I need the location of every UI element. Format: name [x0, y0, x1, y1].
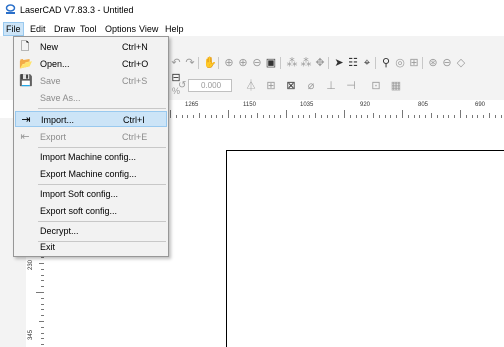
menu-tool[interactable]: Tool	[78, 23, 99, 35]
ruler-label: 1150	[243, 102, 256, 108]
order-icon[interactable]: ⊣	[345, 80, 357, 92]
ruler-label: 805	[418, 102, 429, 108]
ruler-tick	[36, 292, 44, 293]
menu-import-machine-config[interactable]: Import Machine config...	[14, 149, 168, 165]
node-edit-icon[interactable]: ⁂	[286, 57, 298, 69]
cut-line-icon[interactable]: ⊞	[408, 57, 420, 69]
lasercad-logo-icon	[5, 4, 16, 14]
grid-icon[interactable]: ▦	[390, 80, 402, 92]
menu-import[interactable]: ⇥ Import... Ctrl+I	[15, 111, 167, 127]
weld-icon[interactable]: ⌀	[305, 80, 317, 92]
zoom-out-icon[interactable]: ⊖	[251, 57, 263, 69]
zoom-page-icon[interactable]: ▣	[265, 57, 277, 69]
break-icon[interactable]: ✥	[314, 57, 326, 69]
new-file-icon: 🗋	[20, 41, 30, 53]
file-menu-dropdown: 🗋 New Ctrl+N 📂 Open... Ctrl+O 💾 Save Ctr…	[13, 36, 169, 257]
open-folder-icon: 📂	[19, 58, 33, 70]
toolbar-divider	[198, 57, 199, 69]
import-icon: ⇥	[21, 114, 31, 126]
zoom-in-icon[interactable]: ⊕	[237, 57, 249, 69]
menu-edit[interactable]: Edit	[28, 23, 48, 35]
menu-separator	[38, 184, 166, 185]
window-title: LaserCAD V7.83.3 - Untitled	[20, 5, 134, 15]
toolbar-divider	[328, 57, 329, 69]
preview-icon[interactable]: ◇	[455, 57, 467, 69]
menu-decrypt[interactable]: Decrypt...	[14, 223, 168, 239]
menu-export[interactable]: ⇤ Export Ctrl+E	[14, 129, 168, 145]
work-area-border	[226, 150, 504, 347]
menu-new[interactable]: 🗋 New Ctrl+N	[14, 39, 168, 55]
menu-open[interactable]: 📂 Open... Ctrl+O	[14, 56, 168, 72]
undo-icon[interactable]: ↶	[170, 57, 182, 69]
menu-separator	[38, 147, 166, 148]
menu-export-machine-config[interactable]: Export Machine config...	[14, 166, 168, 182]
ruler-tick	[170, 110, 171, 118]
rotation-angle-input[interactable]	[188, 79, 232, 92]
ruler-label: 1035	[300, 102, 314, 108]
ruler-tick	[402, 110, 403, 118]
pan-hand-icon[interactable]: ✋	[203, 57, 217, 69]
menu-options[interactable]: Options	[103, 23, 138, 35]
menu-draw[interactable]: Draw	[52, 23, 77, 35]
toolbar-divider	[280, 57, 281, 69]
ruler-label: 230	[28, 259, 34, 270]
align-icon[interactable]: ⊞	[265, 80, 277, 92]
laser-path-icon[interactable]: ➤	[333, 57, 345, 69]
redo-icon[interactable]: ↷	[184, 57, 196, 69]
menu-view[interactable]: View	[137, 23, 160, 35]
menu-bar: File Edit Draw Tool Options View Help	[0, 22, 504, 36]
optimize-icon[interactable]: ⌖	[361, 57, 373, 69]
menu-save-as[interactable]: Save As...	[14, 90, 168, 106]
save-icon: 💾	[19, 75, 33, 87]
group-icon[interactable]: ⊠	[285, 80, 297, 92]
array-icon[interactable]: ☷	[347, 57, 359, 69]
ruler-label: 920	[360, 102, 371, 108]
ruler-tick	[228, 110, 229, 118]
toolbar-divider	[375, 57, 376, 69]
tool-icon[interactable]: ⊛	[427, 57, 439, 69]
menu-help[interactable]: Help	[163, 23, 186, 35]
menu-import-soft-config[interactable]: Import Soft config...	[14, 186, 168, 202]
menu-separator	[38, 108, 166, 109]
menu-exit[interactable]: Exit	[14, 239, 168, 255]
rotary-icon[interactable]: ⊖	[441, 57, 453, 69]
rotate-icon: ↺	[178, 80, 187, 91]
ruler-label: 1265	[185, 102, 199, 108]
ruler-tick	[286, 110, 287, 118]
ruler-label: 690	[475, 102, 486, 108]
toolbar-divider	[218, 57, 219, 69]
menu-separator	[38, 221, 166, 222]
smooth-icon[interactable]: ⁂	[300, 57, 312, 69]
export-icon: ⇤	[20, 131, 30, 143]
ruler-label: 345	[28, 329, 34, 340]
ruler-tick	[460, 110, 461, 118]
zoom-fit-icon[interactable]: ⊕	[223, 57, 235, 69]
toolbar-divider	[422, 57, 423, 69]
ruler-tick	[344, 110, 345, 118]
lead-in-icon[interactable]: ⚲	[380, 57, 392, 69]
menu-export-soft-config[interactable]: Export soft config...	[14, 203, 168, 219]
mirror-icon[interactable]: ⏃	[245, 80, 257, 92]
size-icon[interactable]: ⊡	[370, 80, 382, 92]
menu-save[interactable]: 💾 Save Ctrl+S	[14, 73, 168, 89]
title-bar: LaserCAD V7.83.3 - Untitled	[0, 0, 504, 22]
distribute-icon[interactable]: ⊥	[325, 80, 337, 92]
offset-icon[interactable]: ◎	[394, 57, 406, 69]
menu-file[interactable]: File	[3, 22, 24, 36]
